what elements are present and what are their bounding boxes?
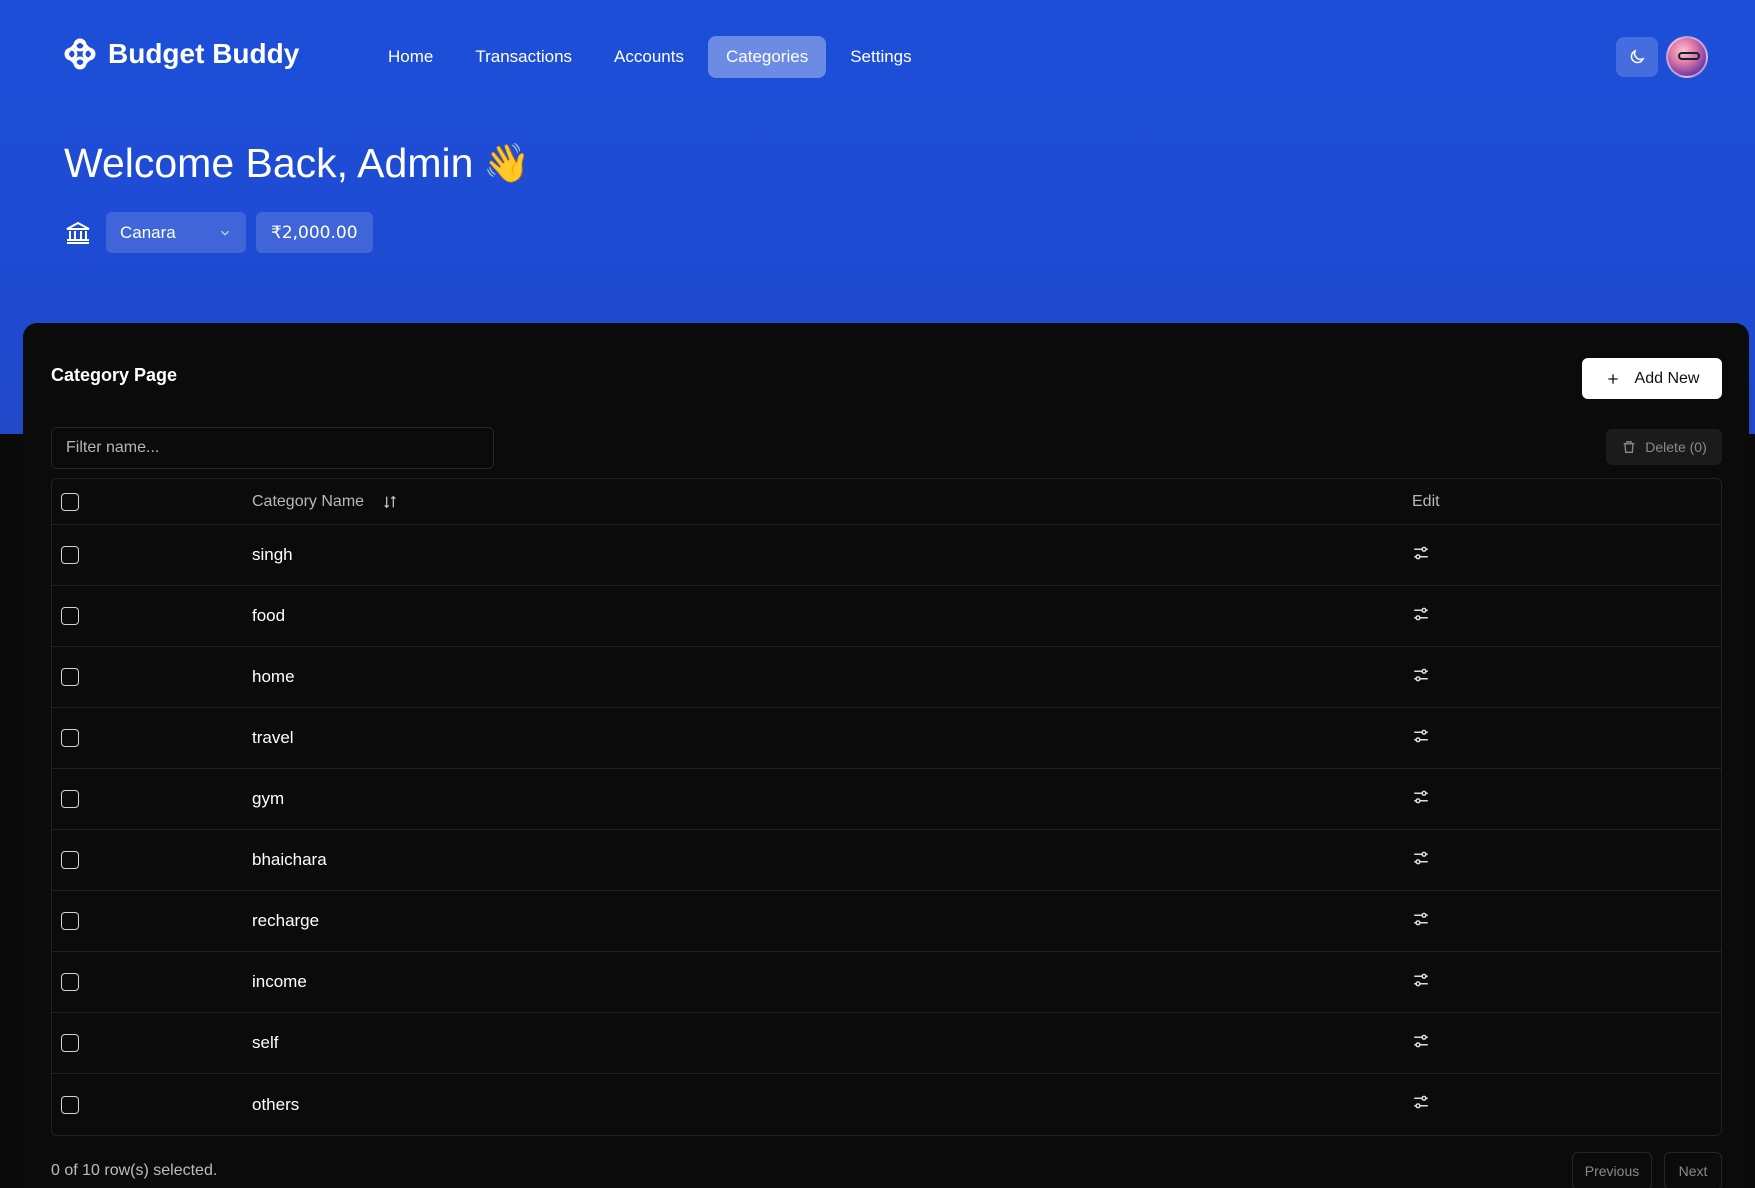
table-row: income <box>52 952 1721 1013</box>
filter-name-input[interactable] <box>51 427 494 469</box>
nav-accounts[interactable]: Accounts <box>596 36 702 78</box>
next-button[interactable]: Next <box>1664 1152 1722 1188</box>
row-checkbox[interactable] <box>61 790 79 808</box>
edit-button[interactable] <box>1412 1093 1430 1116</box>
table-row: others <box>52 1074 1721 1135</box>
category-name: gym <box>252 789 285 808</box>
chevron-down-icon <box>221 230 229 236</box>
sliders-icon <box>1414 607 1428 620</box>
category-name: income <box>252 972 307 991</box>
table-row: travel <box>52 708 1721 769</box>
plus-icon <box>1607 373 1618 384</box>
table-row: home <box>52 647 1721 708</box>
row-checkbox[interactable] <box>61 607 79 625</box>
category-name: singh <box>252 545 293 564</box>
account-select[interactable]: Canara <box>106 212 246 253</box>
app-name: Budget Buddy <box>108 38 300 69</box>
add-new-button[interactable]: Add New <box>1582 358 1722 399</box>
nav-settings[interactable]: Settings <box>832 36 929 78</box>
table-header-row: Category Name Edit <box>52 479 1721 525</box>
wave-emoji: 👋 <box>483 142 531 185</box>
row-checkbox[interactable] <box>61 912 79 930</box>
category-name: bhaichara <box>252 850 327 869</box>
account-select-value: Canara <box>120 222 176 242</box>
column-header-edit: Edit <box>1412 492 1440 510</box>
nav-links: Home Transactions Accounts Categories Se… <box>370 36 930 78</box>
sort-icon <box>384 495 396 508</box>
column-header-category-name[interactable]: Category Name <box>252 493 398 511</box>
row-checkbox[interactable] <box>61 546 79 564</box>
welcome-text: Welcome Back, Admin <box>64 140 474 186</box>
category-name: recharge <box>252 911 320 930</box>
trash-icon <box>1623 441 1635 453</box>
page-title: Category Page <box>51 365 178 385</box>
edit-button[interactable] <box>1412 788 1430 811</box>
nav-home[interactable]: Home <box>370 36 451 78</box>
table-row: gym <box>52 769 1721 830</box>
sliders-icon <box>1414 973 1428 986</box>
theme-toggle-button[interactable] <box>1616 37 1658 77</box>
select-all-checkbox[interactable] <box>61 492 79 511</box>
sliders-icon <box>1414 851 1428 864</box>
category-name: self <box>252 1033 279 1052</box>
column-header-label: Category Name <box>252 492 365 510</box>
table-row: self <box>52 1013 1721 1074</box>
category-card: Category Page Add New Delete (0) Categor… <box>23 323 1749 1188</box>
category-name: home <box>252 667 295 686</box>
edit-button[interactable] <box>1412 605 1430 628</box>
edit-button[interactable] <box>1412 910 1430 933</box>
top-nav: Budget Buddy Home Transactions Accounts … <box>0 0 1755 116</box>
row-checkbox[interactable] <box>61 851 79 869</box>
logo-icon <box>64 38 96 70</box>
edit-button[interactable] <box>1412 971 1430 994</box>
sliders-icon <box>1414 912 1428 925</box>
sliders-icon <box>1414 729 1428 742</box>
category-name: travel <box>252 728 294 747</box>
sliders-icon <box>1414 1034 1428 1047</box>
welcome-heading: Welcome Back, Admin 👋 <box>64 140 531 187</box>
category-name: food <box>252 606 286 625</box>
edit-button[interactable] <box>1412 666 1430 689</box>
table-row: bhaichara <box>52 830 1721 891</box>
row-checkbox[interactable] <box>61 973 79 991</box>
delete-button[interactable]: Delete (0) <box>1606 429 1722 465</box>
account-row: Canara ₹2,000.00 <box>64 212 373 253</box>
balance-badge: ₹2,000.00 <box>256 212 373 253</box>
nav-transactions[interactable]: Transactions <box>457 36 590 78</box>
add-new-label: Add New <box>1634 369 1700 387</box>
table-row: food <box>52 586 1721 647</box>
bank-icon <box>66 221 90 244</box>
nav-categories[interactable]: Categories <box>707 36 827 78</box>
table-row: recharge <box>52 891 1721 952</box>
row-checkbox[interactable] <box>61 1095 79 1114</box>
brand[interactable]: Budget Buddy <box>62 36 299 72</box>
edit-button[interactable] <box>1412 1032 1430 1055</box>
category-name: others <box>252 1094 300 1114</box>
row-checkbox[interactable] <box>61 729 79 747</box>
row-checkbox[interactable] <box>61 1034 79 1052</box>
row-checkbox[interactable] <box>61 668 79 686</box>
table-row: singh <box>52 525 1721 586</box>
edit-button[interactable] <box>1412 849 1430 872</box>
edit-button[interactable] <box>1412 544 1430 567</box>
sliders-icon <box>1414 790 1428 803</box>
avatar-glasses <box>1678 52 1700 60</box>
edit-button[interactable] <box>1412 727 1430 750</box>
selection-count: 0 of 10 row(s) selected. <box>51 1162 218 1179</box>
sliders-icon <box>1414 1095 1428 1109</box>
delete-label: Delete (0) <box>1645 439 1707 455</box>
moon-icon <box>1630 49 1645 64</box>
category-table: Category Name Edit singh food home trave… <box>51 478 1722 1136</box>
avatar[interactable] <box>1666 36 1708 78</box>
sliders-icon <box>1414 668 1428 681</box>
sliders-icon <box>1414 546 1428 559</box>
previous-button[interactable]: Previous <box>1572 1152 1652 1188</box>
